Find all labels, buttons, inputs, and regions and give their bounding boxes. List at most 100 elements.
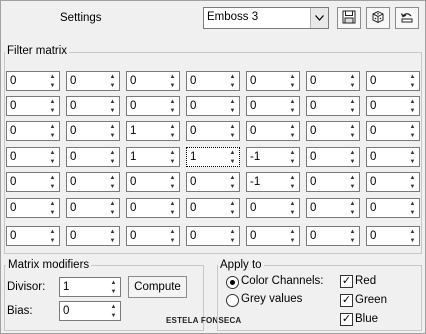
spin-down-icon[interactable]: ▼: [286, 106, 299, 115]
spin-down-icon[interactable]: ▼: [286, 208, 299, 217]
spin-down-icon[interactable]: ▼: [406, 131, 419, 140]
spin-up-icon[interactable]: ▲: [226, 148, 239, 157]
spin-up-icon[interactable]: ▲: [406, 227, 419, 236]
matrix-cell-spinner[interactable]: ▲ ▼: [46, 199, 59, 217]
matrix-cell-input[interactable]: 0 ▲ ▼: [246, 226, 300, 246]
spin-up-icon[interactable]: ▲: [406, 199, 419, 208]
matrix-cell-spinner[interactable]: ▲ ▼: [286, 199, 299, 217]
matrix-cell-spinner[interactable]: ▲ ▼: [166, 173, 179, 191]
spin-up-icon[interactable]: ▲: [46, 199, 59, 208]
spin-up-icon[interactable]: ▲: [346, 199, 359, 208]
matrix-cell-input[interactable]: 0 ▲ ▼: [126, 172, 180, 192]
spin-up-icon[interactable]: ▲: [107, 278, 120, 287]
red-checkbox[interactable]: ✓: [340, 275, 353, 288]
divisor-spinner[interactable]: ▲ ▼: [107, 278, 120, 296]
matrix-cell-spinner[interactable]: ▲ ▼: [346, 148, 359, 166]
spin-down-icon[interactable]: ▼: [106, 131, 119, 140]
spin-up-icon[interactable]: ▲: [106, 173, 119, 182]
matrix-cell-spinner[interactable]: ▲ ▼: [166, 72, 179, 90]
green-label[interactable]: Green: [355, 294, 387, 306]
matrix-cell-spinner[interactable]: ▲ ▼: [226, 148, 239, 166]
matrix-cell-spinner[interactable]: ▲ ▼: [286, 227, 299, 245]
spin-down-icon[interactable]: ▼: [346, 236, 359, 245]
compute-button[interactable]: Compute: [128, 276, 187, 298]
matrix-cell-input[interactable]: 0 ▲ ▼: [126, 96, 180, 116]
matrix-cell-input[interactable]: 0 ▲ ▼: [186, 172, 240, 192]
spin-up-icon[interactable]: ▲: [286, 227, 299, 236]
matrix-cell-input[interactable]: 0 ▲ ▼: [366, 147, 420, 167]
matrix-cell-input[interactable]: 0 ▲ ▼: [66, 71, 120, 91]
spin-up-icon[interactable]: ▲: [286, 97, 299, 106]
spin-up-icon[interactable]: ▲: [406, 173, 419, 182]
matrix-cell-input[interactable]: 0 ▲ ▼: [186, 198, 240, 218]
reset-button[interactable]: [395, 7, 419, 29]
matrix-cell-spinner[interactable]: ▲ ▼: [106, 122, 119, 140]
spin-down-icon[interactable]: ▼: [286, 81, 299, 90]
spin-down-icon[interactable]: ▼: [166, 182, 179, 191]
spin-down-icon[interactable]: ▼: [166, 157, 179, 166]
matrix-cell-spinner[interactable]: ▲ ▼: [46, 173, 59, 191]
spin-up-icon[interactable]: ▲: [166, 173, 179, 182]
matrix-cell-spinner[interactable]: ▲ ▼: [286, 72, 299, 90]
spin-up-icon[interactable]: ▲: [286, 122, 299, 131]
matrix-cell-input[interactable]: 0 ▲ ▼: [6, 172, 60, 192]
matrix-cell-spinner[interactable]: ▲ ▼: [286, 122, 299, 140]
matrix-cell-spinner[interactable]: ▲ ▼: [286, 97, 299, 115]
spin-up-icon[interactable]: ▲: [46, 227, 59, 236]
spin-up-icon[interactable]: ▲: [346, 227, 359, 236]
matrix-cell-input[interactable]: 0 ▲ ▼: [306, 96, 360, 116]
matrix-cell-input[interactable]: 0 ▲ ▼: [366, 172, 420, 192]
matrix-cell-spinner[interactable]: ▲ ▼: [106, 227, 119, 245]
matrix-cell-spinner[interactable]: ▲ ▼: [46, 97, 59, 115]
spin-up-icon[interactable]: ▲: [46, 122, 59, 131]
matrix-cell-input[interactable]: 1 ▲ ▼: [126, 121, 180, 141]
spin-up-icon[interactable]: ▲: [226, 199, 239, 208]
spin-up-icon[interactable]: ▲: [106, 227, 119, 236]
matrix-cell-spinner[interactable]: ▲ ▼: [46, 122, 59, 140]
matrix-cell-input[interactable]: 0 ▲ ▼: [186, 71, 240, 91]
matrix-cell-input[interactable]: 0 ▲ ▼: [6, 147, 60, 167]
spin-up-icon[interactable]: ▲: [46, 97, 59, 106]
matrix-cell-input[interactable]: 1 ▲ ▼: [186, 147, 240, 167]
matrix-cell-input[interactable]: 0 ▲ ▼: [6, 121, 60, 141]
matrix-cell-input[interactable]: 0 ▲ ▼: [366, 96, 420, 116]
matrix-cell-input[interactable]: 0 ▲ ▼: [306, 172, 360, 192]
spin-down-icon[interactable]: ▼: [106, 157, 119, 166]
spin-up-icon[interactable]: ▲: [107, 302, 120, 311]
spin-up-icon[interactable]: ▲: [286, 173, 299, 182]
spin-down-icon[interactable]: ▼: [106, 182, 119, 191]
spin-down-icon[interactable]: ▼: [46, 236, 59, 245]
spin-down-icon[interactable]: ▼: [46, 81, 59, 90]
spin-down-icon[interactable]: ▼: [286, 182, 299, 191]
spin-down-icon[interactable]: ▼: [226, 182, 239, 191]
spin-down-icon[interactable]: ▼: [107, 311, 120, 320]
matrix-cell-input[interactable]: 0 ▲ ▼: [66, 198, 120, 218]
matrix-cell-spinner[interactable]: ▲ ▼: [406, 199, 419, 217]
matrix-cell-input[interactable]: 0 ▲ ▼: [366, 198, 420, 218]
red-label[interactable]: Red: [355, 275, 376, 287]
spin-down-icon[interactable]: ▼: [406, 81, 419, 90]
matrix-cell-spinner[interactable]: ▲ ▼: [46, 72, 59, 90]
spin-down-icon[interactable]: ▼: [406, 182, 419, 191]
spin-down-icon[interactable]: ▼: [46, 131, 59, 140]
spin-up-icon[interactable]: ▲: [46, 173, 59, 182]
matrix-cell-input[interactable]: 0 ▲ ▼: [6, 226, 60, 246]
matrix-cell-spinner[interactable]: ▲ ▼: [406, 122, 419, 140]
save-preset-button[interactable]: [337, 7, 361, 29]
spin-down-icon[interactable]: ▼: [346, 182, 359, 191]
spin-down-icon[interactable]: ▼: [107, 287, 120, 296]
matrix-cell-input[interactable]: 0 ▲ ▼: [186, 96, 240, 116]
spin-up-icon[interactable]: ▲: [106, 97, 119, 106]
matrix-cell-input[interactable]: 0 ▲ ▼: [366, 71, 420, 91]
matrix-cell-input[interactable]: 0 ▲ ▼: [306, 226, 360, 246]
matrix-cell-spinner[interactable]: ▲ ▼: [226, 199, 239, 217]
grey-values-radio[interactable]: [226, 294, 239, 307]
spin-up-icon[interactable]: ▲: [286, 199, 299, 208]
matrix-cell-input[interactable]: 0 ▲ ▼: [306, 147, 360, 167]
spin-up-icon[interactable]: ▲: [106, 122, 119, 131]
spin-up-icon[interactable]: ▲: [166, 227, 179, 236]
matrix-cell-input[interactable]: 0 ▲ ▼: [6, 198, 60, 218]
matrix-cell-input[interactable]: 0 ▲ ▼: [66, 147, 120, 167]
matrix-cell-spinner[interactable]: ▲ ▼: [166, 148, 179, 166]
matrix-cell-spinner[interactable]: ▲ ▼: [406, 173, 419, 191]
